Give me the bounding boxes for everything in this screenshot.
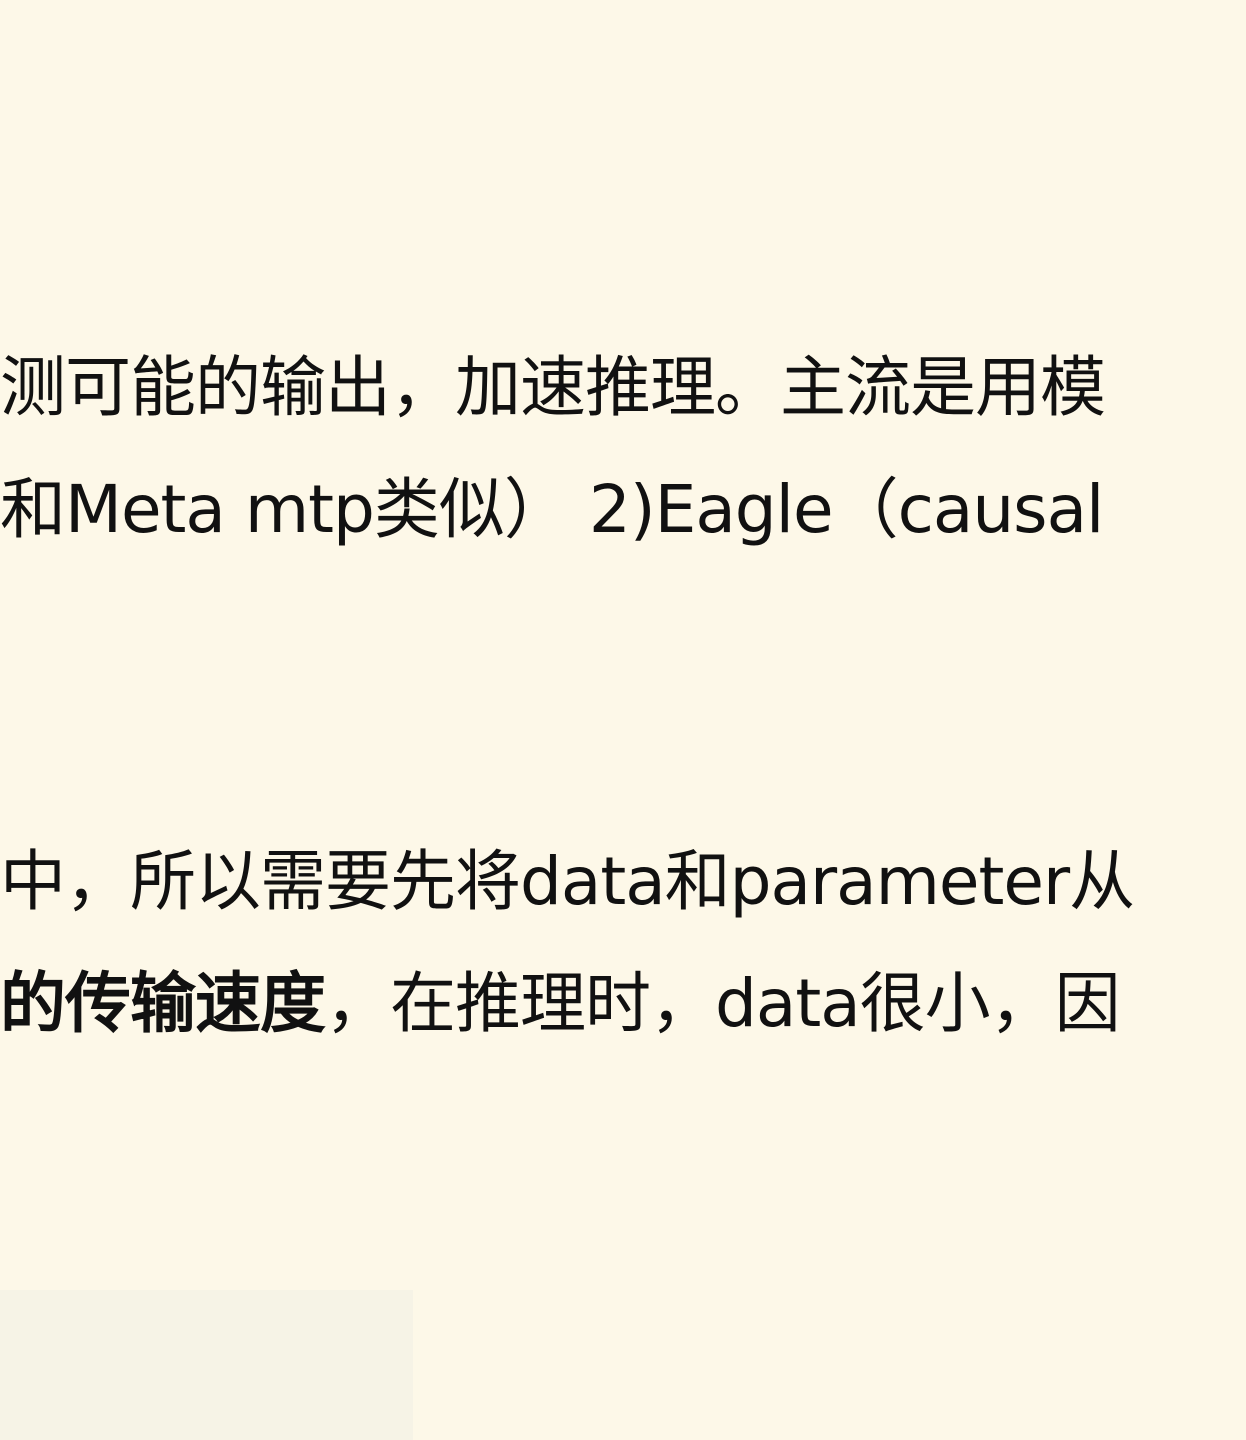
paragraph-1-line-1: 测可能的输出，加速推理。主流是用模: [0, 349, 1106, 426]
document-page: 测可能的输出，加速推理。主流是用模 和Meta mtp类似） 2)Eagle（c…: [0, 0, 1246, 1440]
paragraph-2-line-2: 的传输速度，在推理时，data很小，因: [0, 964, 1121, 1044]
code-block: [0, 1290, 413, 1440]
paragraph-1-line-2: 和Meta mtp类似） 2)Eagle（causal: [0, 471, 1104, 548]
paragraph-2-line-2-rest: ，在推理时，data很小，因: [325, 965, 1121, 1042]
paragraph-2-line-1: 中，所以需要先将data和parameter从: [0, 843, 1135, 920]
bold-emphasis-text: 的传输速度: [0, 965, 326, 1042]
